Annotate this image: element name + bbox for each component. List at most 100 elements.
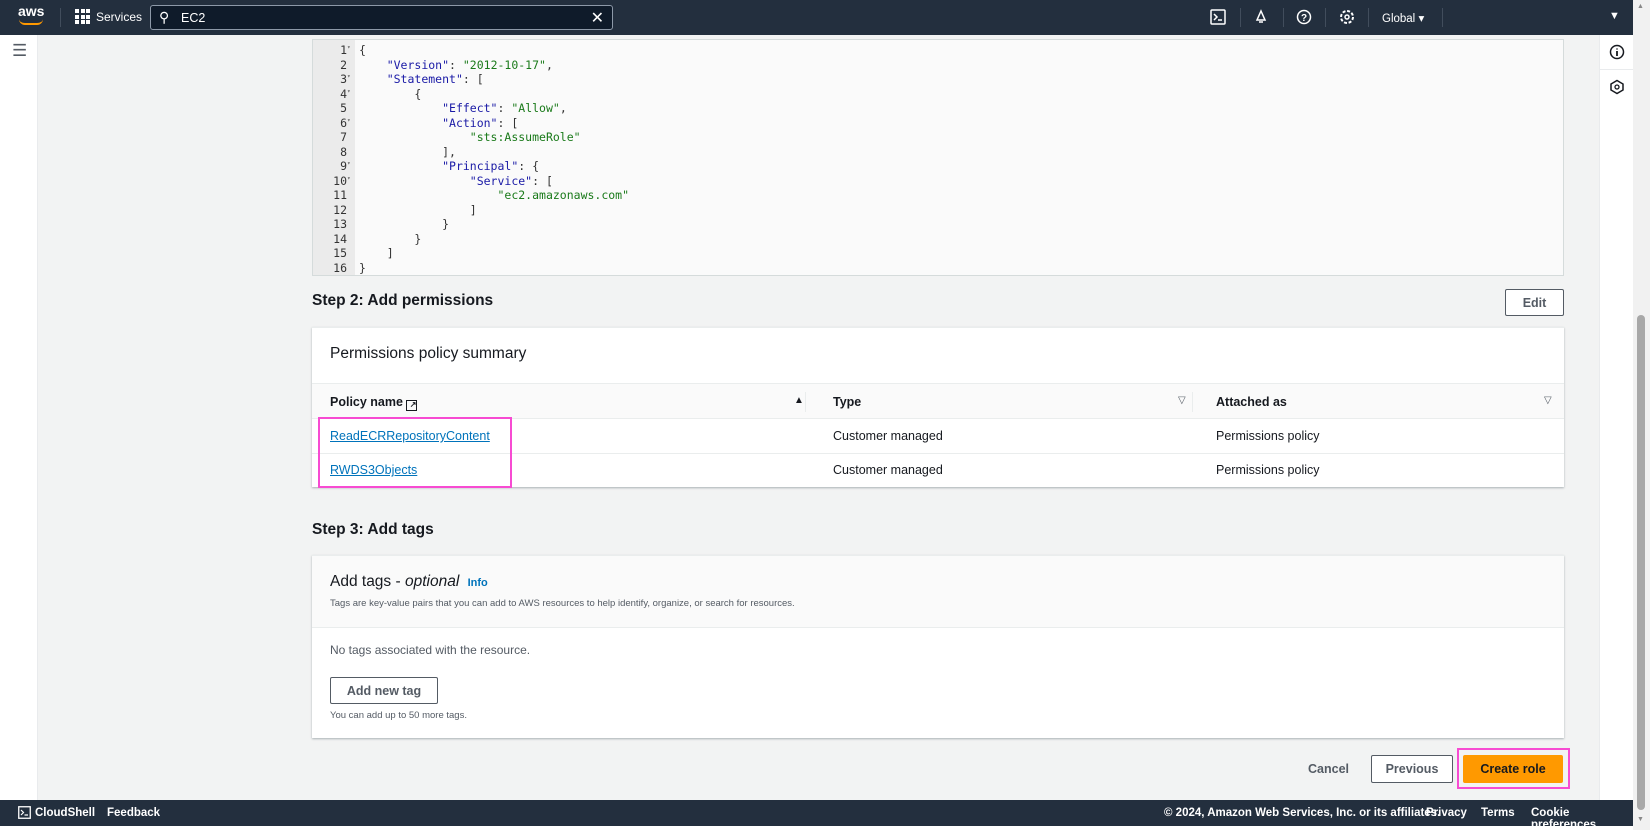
- fold-toggle-icon[interactable]: ▾: [347, 160, 351, 167]
- info-icon[interactable]: [1609, 44, 1625, 60]
- fold-toggle-icon[interactable]: ▾: [347, 88, 351, 95]
- code-line: "ec2.amazonaws.com": [497, 188, 630, 202]
- code-line: ]: [359, 246, 394, 260]
- tags-card-header: Add tags - optional Info Tags are key-va…: [312, 556, 1564, 628]
- code-line: "sts:AssumeRole": [469, 130, 581, 144]
- tags-hint: You can add up to 50 more tags.: [330, 710, 467, 721]
- line-number: 3: [340, 72, 347, 86]
- feedback-link[interactable]: Feedback: [107, 807, 160, 819]
- policy-type: Customer managed: [833, 429, 943, 443]
- cloudshell-icon[interactable]: [1210, 9, 1226, 25]
- line-number: 15: [333, 246, 347, 260]
- line-number: 16: [333, 260, 347, 275]
- code-line: {: [359, 86, 422, 101]
- cloudshell-link[interactable]: CloudShell: [35, 807, 95, 819]
- policy-type: Customer managed: [833, 463, 943, 477]
- edit-permissions-button[interactable]: Edit: [1505, 289, 1564, 316]
- cancel-button[interactable]: Cancel: [1308, 762, 1349, 776]
- line-number: 13: [333, 217, 347, 231]
- account-menu-caret[interactable]: ▼: [1609, 10, 1620, 22]
- fold-toggle-icon[interactable]: ▾: [347, 117, 351, 124]
- sort-icon[interactable]: ▽: [1544, 395, 1552, 406]
- code-line: "Service": [: [469, 173, 553, 188]
- menu-icon[interactable]: ☰: [12, 41, 27, 61]
- code-line: ]: [359, 202, 477, 217]
- step3-heading: Step 3: Add tags: [312, 521, 434, 538]
- top-navigation: aws Services ⚲ EC2 ✕ ? Global ▾ ▼: [0, 0, 1633, 35]
- feedback-hexagon-icon[interactable]: [1609, 79, 1625, 95]
- privacy-link[interactable]: Privacy: [1426, 807, 1467, 819]
- tags-card: Add tags - optional Info Tags are key-va…: [312, 555, 1564, 738]
- terms-link[interactable]: Terms: [1481, 807, 1515, 819]
- line-number: 11: [333, 188, 347, 202]
- fold-toggle-icon[interactable]: ▾: [347, 73, 351, 80]
- sort-icon[interactable]: ▽: [1178, 395, 1186, 406]
- card-title: Permissions policy summary: [330, 345, 527, 362]
- clear-search-icon[interactable]: ✕: [591, 8, 604, 28]
- search-value: EC2: [181, 11, 206, 25]
- code-line: "Statement": [: [386, 72, 484, 86]
- line-number: 12: [333, 202, 347, 217]
- line-number: 1: [340, 43, 347, 57]
- table-header: Policy name ↗ ▲ Type ▽ Attached as ▽: [312, 383, 1564, 419]
- code-line: ],: [359, 144, 456, 159]
- line-number: 9: [340, 159, 347, 173]
- footer: CloudShell Feedback © 2024, Amazon Web S…: [0, 800, 1633, 831]
- page-scrollbar[interactable]: ▲ ▼: [1633, 0, 1650, 830]
- col-attached-as[interactable]: Attached as: [1216, 395, 1287, 409]
- step2-heading: Step 2: Add permissions: [312, 292, 494, 309]
- add-new-tag-button[interactable]: Add new tag: [330, 677, 438, 704]
- code-line: }: [359, 217, 450, 231]
- col-type[interactable]: Type: [833, 395, 861, 409]
- gear-icon[interactable]: [1339, 9, 1355, 25]
- line-number: 4: [340, 86, 347, 101]
- cloudshell-icon: [18, 806, 31, 819]
- grid-icon: [75, 9, 90, 24]
- right-utility-rail: [1599, 35, 1634, 800]
- search-input[interactable]: ⚲ EC2 ✕: [150, 5, 613, 30]
- policy-attached: Permissions policy: [1216, 463, 1320, 477]
- external-link-icon: ↗: [406, 400, 418, 411]
- highlight-create-role: [1457, 748, 1570, 789]
- side-navigation: ☰: [0, 35, 38, 800]
- help-icon[interactable]: ?: [1296, 9, 1312, 25]
- fold-toggle-icon[interactable]: ▾: [347, 175, 351, 182]
- col-policy-name[interactable]: Policy name ↗: [330, 395, 418, 411]
- code-line: "Principal": {: [442, 159, 540, 173]
- trust-policy-editor: 1 ▾ 2 3 ▾ 4 ▾ 5 6 ▾ 7 8 9 ▾ 10 ▾ 11 12 13 14 15 16 { "Version…: [312, 39, 1564, 276]
- tags-description: Tags are key-value pairs that you can ad…: [330, 598, 795, 609]
- services-label: Services: [96, 9, 143, 24]
- code-line: }: [359, 260, 366, 275]
- code-line: "Action": [: [442, 115, 519, 130]
- fold-toggle-icon[interactable]: ▾: [347, 44, 351, 51]
- code-line: }: [359, 231, 422, 246]
- sort-ascending-icon[interactable]: ▲: [794, 395, 804, 406]
- scroll-down-arrow[interactable]: ▼: [1637, 816, 1644, 823]
- line-number: 5: [340, 101, 347, 115]
- card-title: Add tags - optional Info: [330, 573, 488, 590]
- line-number: 6: [340, 115, 347, 130]
- code-line: "Effect": "Allow",: [442, 101, 567, 115]
- bell-icon[interactable]: [1253, 9, 1269, 25]
- code-line: {: [359, 43, 366, 57]
- code-line: "Version": "2012-10-17",: [386, 57, 553, 72]
- line-number: 8: [340, 144, 347, 159]
- empty-tags-text: No tags associated with the resource.: [330, 643, 531, 657]
- previous-button[interactable]: Previous: [1371, 755, 1453, 783]
- line-gutter: 1 ▾ 2 3 ▾ 4 ▾ 5 6 ▾ 7 8 9 ▾ 10 ▾ 11 12 13 14 15 16: [313, 40, 355, 275]
- region-selector[interactable]: Global ▾: [1382, 11, 1424, 25]
- services-button[interactable]: Services: [75, 9, 142, 24]
- copyright: © 2024, Amazon Web Services, Inc. or its…: [1164, 807, 1441, 819]
- policy-attached: Permissions policy: [1216, 429, 1320, 443]
- highlight-policies: [318, 417, 512, 488]
- scroll-up-arrow[interactable]: ▲: [1637, 3, 1644, 10]
- aws-smile-icon: [19, 19, 43, 25]
- line-number: 10: [333, 173, 347, 188]
- aws-logo[interactable]: aws: [18, 4, 44, 18]
- line-number: 7: [340, 130, 347, 144]
- line-number: 14: [333, 231, 347, 246]
- cookie-preferences-link[interactable]: Cookie preferences: [1531, 807, 1633, 831]
- scrollbar-thumb[interactable]: [1637, 315, 1645, 810]
- info-link[interactable]: Info: [468, 577, 488, 589]
- svg-text:?: ?: [1301, 13, 1307, 24]
